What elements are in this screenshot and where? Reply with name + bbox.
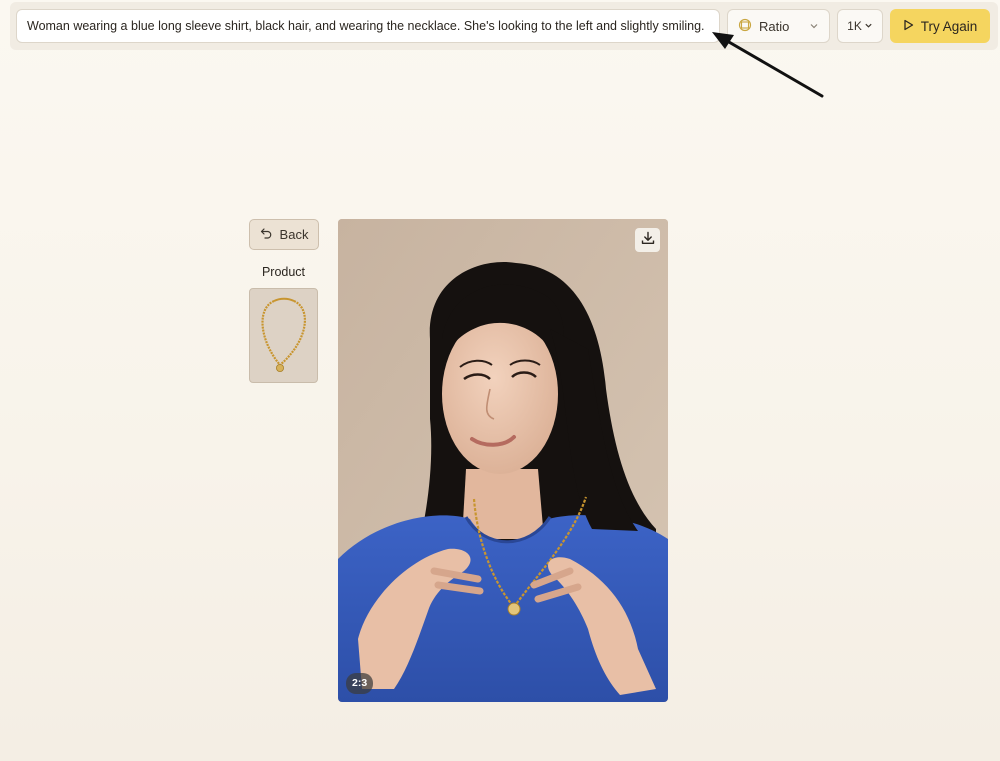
back-button[interactable]: Back: [249, 219, 319, 250]
prompt-input[interactable]: [16, 9, 720, 43]
chevron-down-icon: [864, 19, 873, 33]
try-again-button[interactable]: Try Again: [890, 9, 990, 43]
generated-image[interactable]: 2:3: [338, 219, 668, 702]
annotation-arrow: [712, 32, 824, 98]
undo-arrow-icon: [260, 227, 273, 242]
product-thumbnail[interactable]: [249, 288, 318, 383]
resolution-label: 1K: [847, 19, 862, 33]
aspect-ratio-badge: 2:3: [346, 673, 374, 694]
play-icon: [903, 19, 914, 34]
back-label: Back: [279, 227, 309, 242]
download-button[interactable]: [635, 228, 660, 252]
try-again-label: Try Again: [920, 18, 978, 34]
necklace-icon: [261, 297, 307, 373]
product-heading: Product: [261, 265, 306, 279]
prompt-toolbar: Ratio 1K Try Again: [10, 2, 998, 50]
portrait-photo: [338, 219, 668, 702]
download-icon: [641, 231, 655, 250]
resolution-select[interactable]: 1K: [837, 9, 883, 43]
